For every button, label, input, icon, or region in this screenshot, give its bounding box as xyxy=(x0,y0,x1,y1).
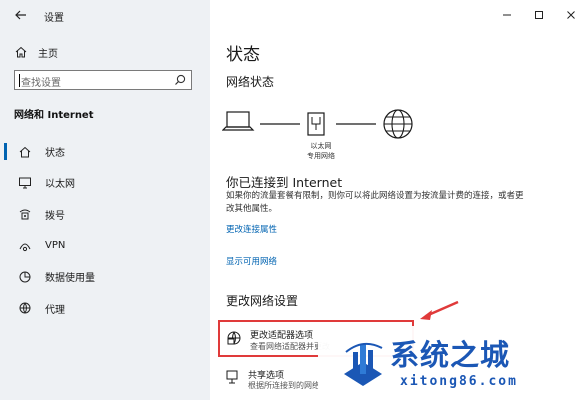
ethernet-label-line1: 以太网 xyxy=(310,142,332,150)
close-icon xyxy=(567,11,575,19)
globe-icon xyxy=(383,109,413,139)
sidebar-item-status[interactable]: 状态 xyxy=(0,136,210,167)
sidebar-item-dialup[interactable]: 拨号 xyxy=(0,199,210,230)
adapter-option-title: 更改适配器选项 xyxy=(250,331,314,341)
sidebar-item-ethernet[interactable]: 以太网 xyxy=(0,167,210,198)
window-controls xyxy=(491,0,587,30)
change-connection-properties-link[interactable]: 更改连接属性 xyxy=(226,223,277,235)
sidebar-item-label: 以太网 xyxy=(45,179,75,191)
sidebar-item-label: 状态 xyxy=(45,148,65,160)
watermark: 系统之城 xitong86.com xyxy=(318,326,587,400)
network-status-heading: 网络状态 xyxy=(226,75,275,89)
search-input[interactable]: 查找设置 xyxy=(14,70,192,90)
minimize-icon xyxy=(503,14,511,16)
metered-description: 如果你的流量套餐有限制，则你可以将此网络设置为按流量计费的连接，或者更改其他属性… xyxy=(226,191,524,214)
status-icon xyxy=(18,145,32,159)
sidebar-item-proxy[interactable]: 代理 xyxy=(0,292,210,323)
dialup-icon xyxy=(18,207,32,221)
maximize-button[interactable] xyxy=(523,0,555,30)
change-settings-heading: 更改网络设置 xyxy=(226,294,299,308)
home-nav-item[interactable]: 主页 xyxy=(14,44,58,60)
ethernet-label-line2: 专用网络 xyxy=(307,152,335,160)
sidebar-item-label: VPN xyxy=(45,240,66,252)
sidebar-nav: 状态 以太网 拨号 VPN 数据使用量 代理 xyxy=(0,136,210,324)
home-label: 主页 xyxy=(38,48,58,60)
text-caret xyxy=(19,74,20,87)
sidebar-item-label: 代理 xyxy=(45,304,65,316)
minimize-button[interactable] xyxy=(491,0,523,30)
watermark-name: 系统之城 xyxy=(390,338,511,372)
ethernet-icon xyxy=(18,176,32,190)
title-bar: 设置 xyxy=(0,0,210,30)
app-title: 设置 xyxy=(44,13,64,24)
ethernet-port-icon xyxy=(307,112,325,136)
search-icon[interactable] xyxy=(174,74,186,86)
section-title: 网络和 Internet xyxy=(14,110,94,121)
annotation-arrow-icon xyxy=(420,300,459,320)
data-usage-icon xyxy=(18,270,32,284)
sidebar-item-data-usage[interactable]: 数据使用量 xyxy=(0,261,210,292)
adapter-icon xyxy=(227,331,241,345)
watermark-url: xitong86.com xyxy=(400,374,518,389)
sidebar-item-label: 数据使用量 xyxy=(45,273,95,285)
page-title: 状态 xyxy=(226,45,260,65)
back-arrow-icon[interactable] xyxy=(14,8,28,22)
proxy-icon xyxy=(18,301,32,315)
search-placeholder: 查找设置 xyxy=(21,78,61,89)
sharing-option-desc: 根据所连接到的网络 xyxy=(248,381,320,390)
ethernet-label: 以太网 专用网络 xyxy=(301,141,341,161)
sharing-icon xyxy=(226,370,238,384)
maximize-icon xyxy=(535,11,543,19)
close-button[interactable] xyxy=(555,0,587,30)
watermark-logo-icon xyxy=(344,342,383,386)
sidebar-item-label: 拨号 xyxy=(45,210,65,222)
sidebar-item-vpn[interactable]: VPN xyxy=(0,230,210,261)
vpn-icon xyxy=(18,239,32,253)
show-available-networks-link[interactable]: 显示可用网络 xyxy=(226,255,277,267)
connected-heading: 你已连接到 Internet xyxy=(226,175,343,190)
laptop-icon xyxy=(222,111,255,131)
home-icon xyxy=(15,46,27,58)
sidebar: 设置 主页 查找设置 网络和 Internet 状态 以太网 拨号 VPN 数据… xyxy=(0,0,210,400)
